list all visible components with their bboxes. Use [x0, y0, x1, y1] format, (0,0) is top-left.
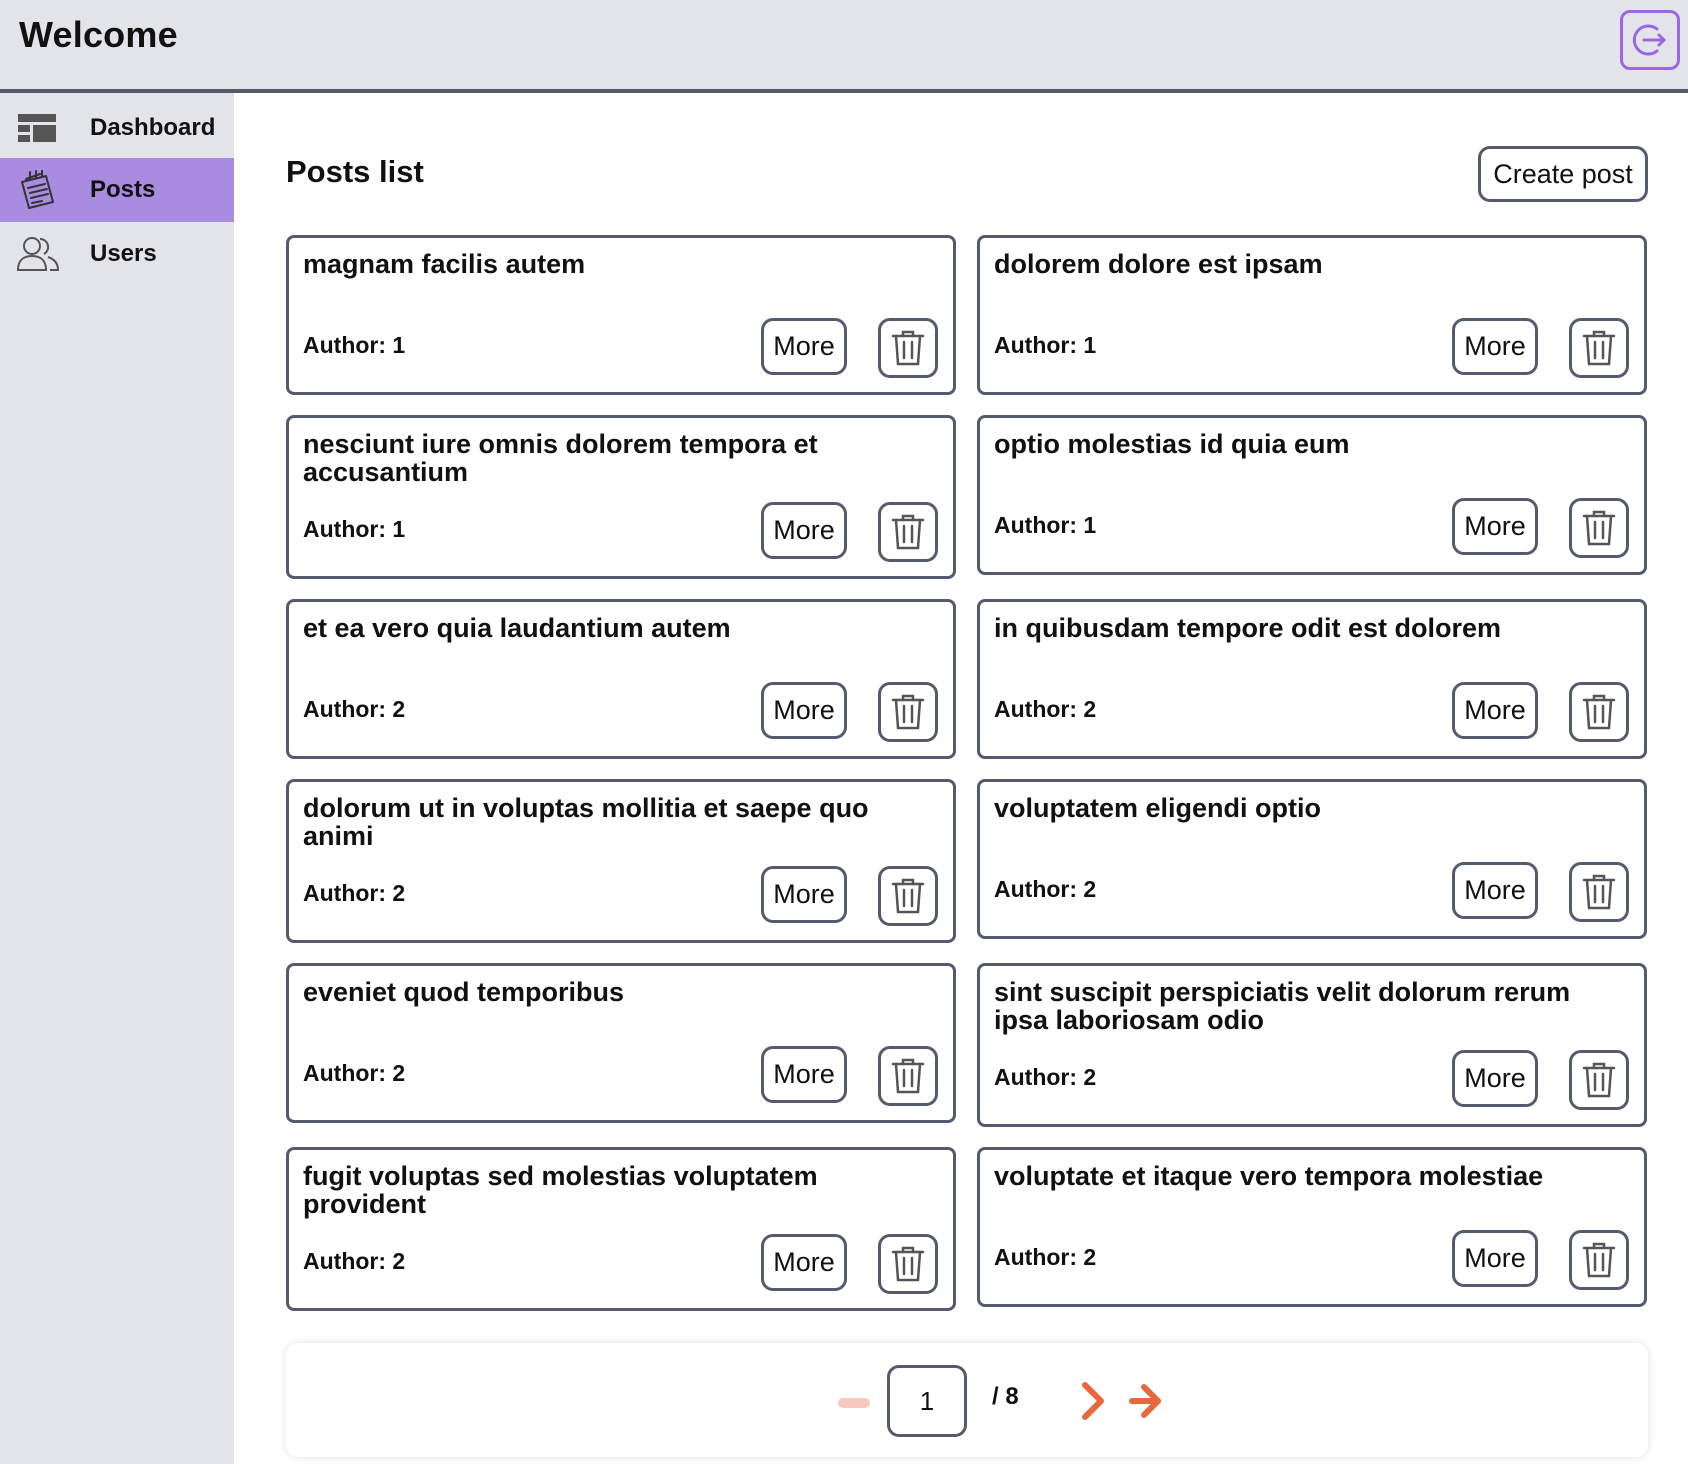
trash-icon	[1582, 330, 1616, 366]
delete-button[interactable]	[1569, 498, 1629, 558]
trash-icon	[1582, 1242, 1616, 1278]
post-card: in quibusdam tempore odit est dolorem Au…	[977, 599, 1647, 759]
logout-icon	[1632, 24, 1666, 56]
delete-button[interactable]	[878, 1234, 938, 1294]
more-button[interactable]: More	[1452, 498, 1538, 555]
more-button[interactable]: More	[761, 866, 847, 923]
trash-icon	[1582, 510, 1616, 546]
post-author: Author: 2	[994, 876, 1097, 902]
post-title: eveniet quod temporibus	[303, 977, 625, 1007]
post-author: Author: 2	[994, 1064, 1097, 1090]
delete-button[interactable]	[1569, 1230, 1629, 1290]
post-title: fugit voluptas sed molestias voluptatem …	[303, 1161, 818, 1219]
post-title: et ea vero quia laudantium autem	[303, 613, 731, 643]
post-author: Author: 2	[303, 1060, 406, 1086]
trash-icon	[891, 330, 925, 366]
sidebar-item-dashboard[interactable]: Dashboard	[0, 96, 234, 160]
main-content: Posts list Create post magnam facilis au…	[234, 97, 1688, 1464]
sidebar-item-label: Posts	[90, 176, 156, 203]
app-title: Welcome	[19, 14, 178, 55]
post-card: nesciunt iure omnis dolorem tempora et a…	[286, 415, 956, 579]
page-title: Posts list	[286, 154, 424, 189]
create-post-button[interactable]: Create post	[1478, 146, 1648, 202]
post-card: sint suscipit perspiciatis velit dolorum…	[977, 963, 1647, 1127]
post-title: optio molestias id quia eum	[994, 429, 1350, 459]
more-button[interactable]: More	[761, 1046, 847, 1103]
post-card: dolorem dolore est ipsam Author: 1 More	[977, 235, 1647, 395]
trash-icon	[891, 1246, 925, 1282]
delete-button[interactable]	[878, 1046, 938, 1106]
post-author: Author: 2	[303, 880, 406, 906]
post-card: fugit voluptas sed molestias voluptatem …	[286, 1147, 956, 1311]
more-button[interactable]: More	[1452, 318, 1538, 375]
post-author: Author: 2	[994, 696, 1097, 722]
trash-icon	[1582, 1062, 1616, 1098]
trash-icon	[1582, 874, 1616, 910]
post-card: voluptatem eligendi optio Author: 2 More	[977, 779, 1647, 939]
trash-icon	[891, 1058, 925, 1094]
arrow-right-icon[interactable]	[1128, 1379, 1164, 1423]
delete-button[interactable]	[1569, 682, 1629, 742]
post-card: et ea vero quia laudantium autem Author:…	[286, 599, 956, 759]
post-title: dolorem dolore est ipsam	[994, 249, 1323, 279]
dashboard-icon	[18, 114, 56, 142]
post-card: magnam facilis autem Author: 1 More	[286, 235, 956, 395]
post-card: eveniet quod temporibus Author: 2 More	[286, 963, 956, 1123]
more-button[interactable]: More	[1452, 1230, 1538, 1287]
sidebar: Dashboard Posts Users	[0, 93, 234, 1464]
trash-icon	[891, 878, 925, 914]
post-title: nesciunt iure omnis dolorem tempora et a…	[303, 429, 818, 487]
post-title: in quibusdam tempore odit est dolorem	[994, 613, 1502, 643]
delete-button[interactable]	[878, 318, 938, 378]
sidebar-item-label: Dashboard	[90, 114, 216, 141]
trash-icon	[1582, 694, 1616, 730]
delete-button[interactable]	[878, 866, 938, 926]
sidebar-item-posts[interactable]: Posts	[0, 158, 234, 222]
post-title: sint suscipit perspiciatis velit dolorum…	[994, 977, 1571, 1035]
more-button[interactable]: More	[1452, 862, 1538, 919]
post-author: Author: 1	[994, 512, 1097, 538]
page-total: / 8	[992, 1383, 1019, 1410]
delete-button[interactable]	[878, 682, 938, 742]
top-bar: Welcome	[0, 0, 1688, 93]
more-button[interactable]: More	[761, 1234, 847, 1291]
page-number-input[interactable]	[887, 1365, 967, 1437]
post-card: dolorum ut in voluptas mollitia et saepe…	[286, 779, 956, 943]
more-button[interactable]: More	[1452, 1050, 1538, 1107]
trash-icon	[891, 694, 925, 730]
sidebar-item-users[interactable]: Users	[0, 222, 234, 286]
post-author: Author: 2	[303, 1248, 406, 1274]
posts-icon	[21, 170, 54, 209]
delete-button[interactable]	[878, 502, 938, 562]
post-card: voluptate et itaque vero tempora molesti…	[977, 1147, 1647, 1307]
more-button[interactable]: More	[761, 682, 847, 739]
delete-button[interactable]	[1569, 318, 1629, 378]
post-author: Author: 1	[303, 516, 406, 542]
more-button[interactable]: More	[761, 318, 847, 375]
post-title: magnam facilis autem	[303, 249, 586, 279]
post-title: voluptatem eligendi optio	[994, 793, 1322, 823]
logout-button[interactable]	[1620, 10, 1680, 70]
post-author: Author: 1	[994, 332, 1097, 358]
prev-page-button[interactable]	[838, 1398, 870, 1408]
pagination: / 8	[286, 1343, 1648, 1457]
post-title: dolorum ut in voluptas mollitia et saepe…	[303, 793, 869, 851]
post-author: Author: 2	[303, 696, 406, 722]
post-author: Author: 1	[303, 332, 406, 358]
post-card: optio molestias id quia eum Author: 1 Mo…	[977, 415, 1647, 575]
delete-button[interactable]	[1569, 1050, 1629, 1110]
delete-button[interactable]	[1569, 862, 1629, 922]
more-button[interactable]: More	[1452, 682, 1538, 739]
more-button[interactable]: More	[761, 502, 847, 559]
post-title: voluptate et itaque vero tempora molesti…	[994, 1161, 1544, 1191]
chevron-right-icon[interactable]	[1078, 1379, 1108, 1423]
sidebar-item-label: Users	[90, 240, 157, 267]
trash-icon	[891, 514, 925, 550]
post-author: Author: 2	[994, 1244, 1097, 1270]
users-icon	[16, 237, 60, 271]
